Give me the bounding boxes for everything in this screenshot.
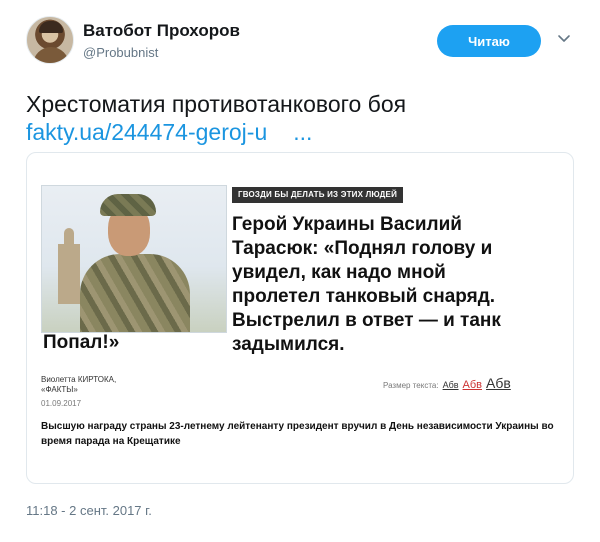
article-headline-tail: Попал!» [43, 332, 120, 353]
article-screenshot: ГВОЗДИ БЫ ДЕЛАТЬ ИЗ ЭТИХ ЛЮДЕЙ Герой Укр… [41, 181, 561, 471]
avatar-body [33, 47, 69, 63]
avatar[interactable] [26, 16, 74, 64]
avatar-hat [39, 21, 63, 33]
tweet-link[interactable]: fakty.ua/244474-geroj-u [26, 119, 267, 145]
article-lead: Высшую награду страны 23-летнему лейтена… [41, 421, 554, 447]
category-tag: ГВОЗДИ БЫ ДЕЛАТЬ ИЗ ЭТИХ ЛЮДЕЙ [232, 187, 404, 203]
following-button[interactable]: Читаю [437, 25, 541, 57]
tweet-header: Ватобот Прохоров @Probubnist Читаю [26, 16, 586, 68]
text-size-small: Абв [442, 380, 459, 390]
soldier-photo [41, 185, 227, 333]
link-ellipsis[interactable]: ... [293, 119, 312, 145]
tweet-timestamp[interactable]: 11:18 - 2 сент. 2017 г. [26, 503, 152, 518]
author-handle[interactable]: @Probubnist [83, 45, 158, 60]
text-size-large: Абв [486, 375, 511, 391]
tweet-link-row: fakty.ua/244474-geroj-u... [26, 118, 312, 146]
text-size-medium: Абв [462, 379, 483, 391]
church-shape [58, 228, 80, 304]
soldier-torso [80, 254, 190, 332]
chevron-down-icon[interactable] [556, 30, 572, 46]
media-card[interactable]: ГВОЗДИ БЫ ДЕЛАТЬ ИЗ ЭТИХ ЛЮДЕЙ Герой Укр… [26, 152, 574, 484]
article-author: Виолетта КИРТОКА, «ФАКТЫ» [41, 375, 116, 395]
text-size-label: Размер текста: [383, 381, 439, 390]
tweet-text: Хрестоматия противотанкового боя [26, 91, 407, 117]
article-date: 01.09.2017 [41, 399, 82, 408]
author-line-2: «ФАКТЫ» [41, 385, 78, 394]
text-size-control: Размер текста: Абв Абв Абв [383, 375, 511, 391]
article-headline: Герой Украины Василий Тарасюк: «Поднял г… [232, 214, 501, 355]
chevron-down-icon-svg [558, 35, 570, 42]
author-line-1: Виолетта КИРТОКА, [41, 375, 117, 384]
soldier-cap [100, 194, 156, 216]
author-name[interactable]: Ватобот Прохоров [83, 21, 240, 41]
